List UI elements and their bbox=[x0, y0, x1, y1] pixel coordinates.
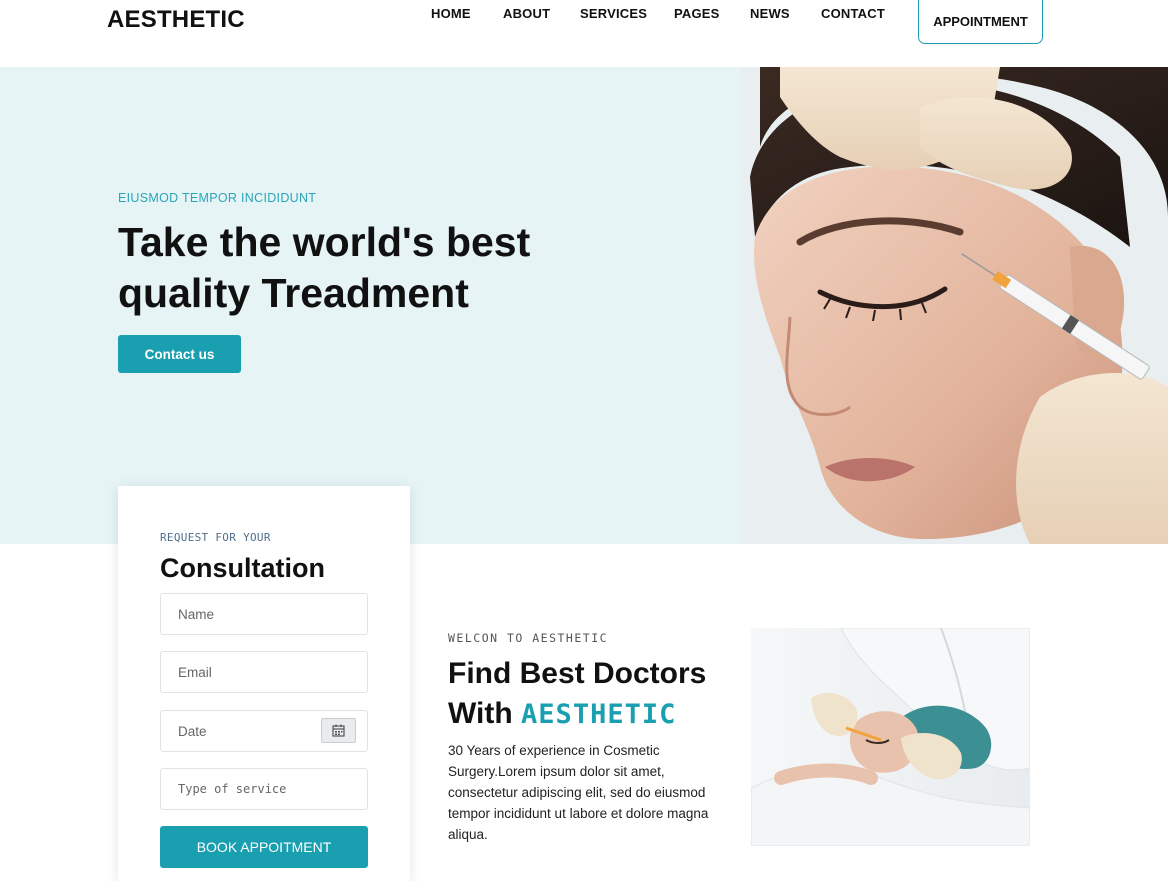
nav-news[interactable]: NEWS bbox=[750, 6, 790, 21]
hero-section: EIUSMOD TEMPOR INCIDIDUNT Take the world… bbox=[0, 67, 1168, 544]
name-field[interactable] bbox=[160, 593, 368, 635]
nav-about[interactable]: ABOUT bbox=[503, 6, 550, 21]
service-type-field[interactable] bbox=[160, 768, 368, 810]
consultation-eyebrow: REQUEST FOR YOUR bbox=[160, 531, 271, 544]
hero-treatment-photo bbox=[740, 67, 1168, 544]
calendar-button[interactable] bbox=[321, 718, 356, 743]
about-title-prefix: With bbox=[448, 697, 513, 730]
about-title-line1: Find Best Doctors bbox=[448, 657, 707, 690]
consultation-card: REQUEST FOR YOUR Consultation BOOK APPOI… bbox=[118, 486, 410, 881]
book-appointment-button[interactable]: BOOK APPOITMENT bbox=[160, 826, 368, 868]
nav-services[interactable]: SERVICES bbox=[580, 6, 647, 21]
appointment-button[interactable]: APPOINTMENT bbox=[918, 0, 1043, 44]
calendar-icon bbox=[332, 724, 345, 737]
email-field[interactable] bbox=[160, 651, 368, 693]
logo[interactable]: AESTHETIC bbox=[107, 6, 245, 34]
about-title: Find Best Doctors With AESTHETIC bbox=[448, 654, 748, 735]
hero-eyebrow: EIUSMOD TEMPOR INCIDIDUNT bbox=[118, 191, 317, 205]
nav-contact[interactable]: CONTACT bbox=[821, 6, 885, 21]
nav-home[interactable]: HOME bbox=[431, 6, 471, 21]
hero-title: Take the world's best quality Treadment bbox=[118, 219, 531, 316]
about-treatment-photo bbox=[751, 628, 1030, 846]
site-header: AESTHETIC HOME ABOUT SERVICES PAGES NEWS… bbox=[0, 0, 1168, 67]
about-eyebrow: WELCON TO AESTHETIC bbox=[448, 631, 609, 645]
about-description: 30 Years of experience in Cosmetic Surge… bbox=[448, 743, 709, 842]
nav-pages[interactable]: PAGES bbox=[674, 6, 720, 21]
consultation-title: Consultation bbox=[160, 553, 325, 583]
about-title-brand: AESTHETIC bbox=[521, 699, 677, 730]
contact-us-button[interactable]: Contact us bbox=[118, 335, 241, 373]
